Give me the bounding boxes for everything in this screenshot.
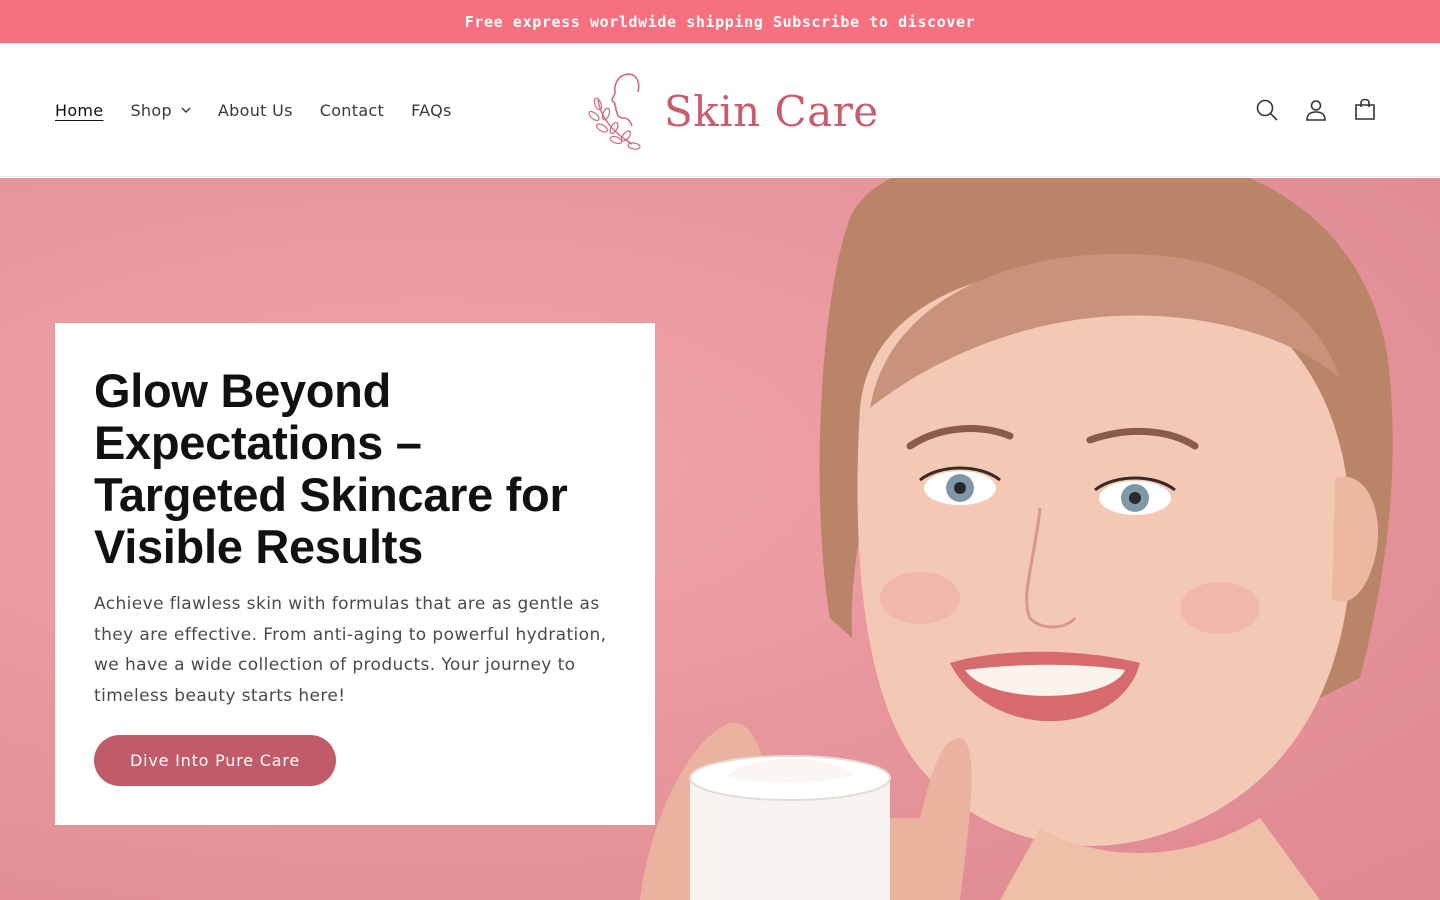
main-nav: Home Shop About Us Contact FAQs [55,43,479,177]
nav-about-label: About Us [217,100,293,120]
nav-shop-label: Shop [130,100,172,120]
hero-title: Glow Beyond Expectations – Targeted Skin… [94,364,568,573]
site-logo[interactable]: Skin Care [588,69,879,153]
nav-item-about-us[interactable]: About Us [218,101,293,120]
header-icons [1231,43,1378,177]
nav-item-contact[interactable]: Contact [320,101,384,120]
nav-home-label: Home [55,100,104,120]
hero-section: Glow Beyond Expectations – Targeted Skin… [0,178,1440,900]
nav-item-home[interactable]: Home [55,101,103,120]
nav-item-faqs[interactable]: FAQs [411,101,452,120]
dive-into-pure-care-button[interactable]: Dive Into Pure Care [94,735,336,786]
chevron-down-icon [181,107,191,113]
face-leaf-logo-icon [588,73,641,150]
hero-card: Glow Beyond Expectations – Targeted Skin… [55,323,655,825]
hero-description: Achieve flawless skin with formulas that… [94,594,607,706]
announcement-bar: Free express worldwide shipping Subscrib… [0,0,1440,43]
hero-woman-image [640,178,1393,900]
search-icon [1256,99,1278,121]
account-button[interactable] [1303,97,1329,123]
logo-text: Skin Care [664,86,879,136]
cart-button[interactable] [1352,97,1378,123]
nav-faqs-label: FAQs [411,100,452,120]
nav-item-shop[interactable]: Shop [130,100,191,120]
announcement-text: Free express worldwide shipping Subscrib… [464,12,976,31]
nav-contact-label: Contact [319,100,385,120]
site-header: Home Shop About Us Contact FAQs Skin Car… [0,43,1440,177]
cart-icon [1355,98,1375,120]
account-icon [1306,100,1326,121]
search-button[interactable] [1254,97,1280,123]
